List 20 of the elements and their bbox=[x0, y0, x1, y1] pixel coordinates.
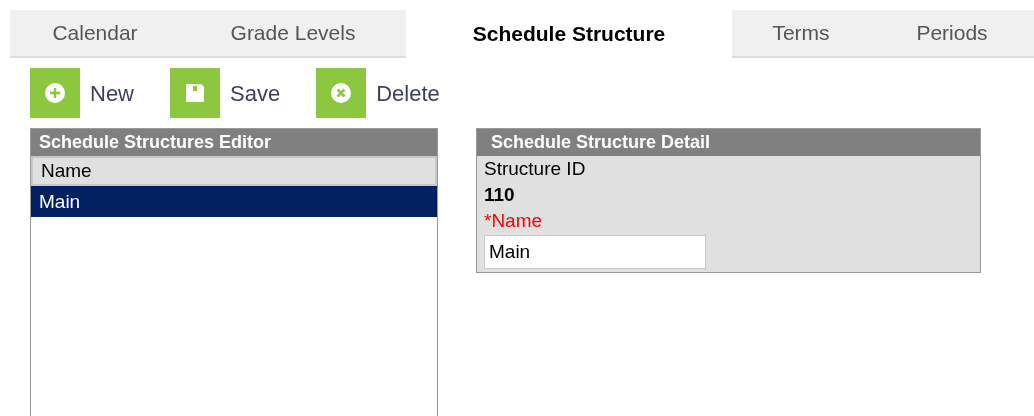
panel-header: Schedule Structures Editor bbox=[31, 129, 437, 156]
toolbar-label[interactable]: Save bbox=[230, 76, 281, 110]
tab[interactable]: Calendar bbox=[10, 10, 180, 58]
toolbar-icon-button[interactable] bbox=[30, 68, 80, 118]
toolbar-icon-button[interactable] bbox=[170, 68, 220, 118]
toolbar-label[interactable]: New bbox=[90, 76, 134, 110]
tab[interactable]: Grade Levels bbox=[180, 10, 406, 58]
plus-circle-icon bbox=[44, 82, 66, 104]
tab[interactable]: Terms bbox=[732, 10, 870, 58]
panel-header: Schedule Structure Detail bbox=[477, 129, 980, 156]
tab[interactable]: Periods bbox=[870, 10, 1034, 58]
close-circle-icon bbox=[330, 82, 353, 104]
field-label: Structure ID bbox=[484, 157, 586, 181]
field-label: *Name bbox=[484, 209, 543, 233]
list-row[interactable]: Main bbox=[31, 186, 437, 217]
toolbar-label[interactable]: Delete bbox=[376, 76, 440, 110]
name-input-field[interactable]: Main bbox=[484, 235, 706, 269]
field-value: 110 bbox=[484, 183, 515, 207]
toolbar-icon-button[interactable] bbox=[316, 68, 367, 118]
column-header: Name bbox=[31, 156, 437, 186]
